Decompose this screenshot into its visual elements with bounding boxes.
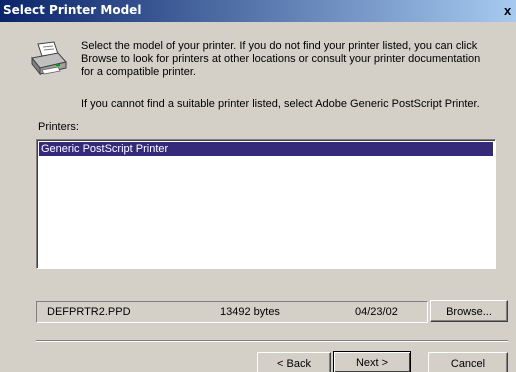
printer-icon — [28, 40, 70, 80]
divider — [36, 340, 508, 342]
back-button[interactable]: < Back — [257, 352, 331, 372]
cancel-button-label: Cancel — [450, 358, 486, 370]
cancel-button[interactable]: Cancel — [428, 352, 508, 372]
instructions-text: Select the model of your printer. If you… — [81, 40, 506, 79]
instructions-line: Browse to look for printers at other loc… — [81, 53, 481, 65]
list-item-generic-postscript-printer[interactable]: Generic PostScript Printer — [39, 142, 493, 156]
ppd-filename: DEFPRTR2.PPD — [47, 306, 131, 318]
browse-button-label: Browse... — [446, 306, 492, 318]
next-button-label: Next > — [355, 357, 389, 369]
back-button-label: < Back — [277, 358, 311, 370]
selected-file-info: DEFPRTR2.PPD 13492 bytes 04/23/02 — [36, 301, 428, 323]
select-printer-model-dialog: Select Printer Model x Select the model … — [0, 0, 516, 372]
next-button[interactable]: Next > — [333, 351, 411, 372]
printers-listbox[interactable]: Generic PostScript Printer — [36, 139, 496, 269]
instructions-line: for a compatible printer. — [81, 66, 196, 78]
ppd-file-size: 13492 bytes — [220, 306, 280, 318]
ppd-file-date: 04/23/02 — [355, 306, 398, 318]
title-bar[interactable]: Select Printer Model x — [0, 0, 516, 22]
browse-button[interactable]: Browse... — [430, 300, 508, 322]
generic-printer-note: If you cannot find a suitable printer li… — [81, 98, 480, 110]
window-title: Select Printer Model — [3, 3, 142, 17]
printers-label: Printers: — [38, 121, 79, 133]
close-icon[interactable]: x — [504, 1, 516, 20]
instructions-line: Select the model of your printer. If you… — [81, 40, 478, 52]
